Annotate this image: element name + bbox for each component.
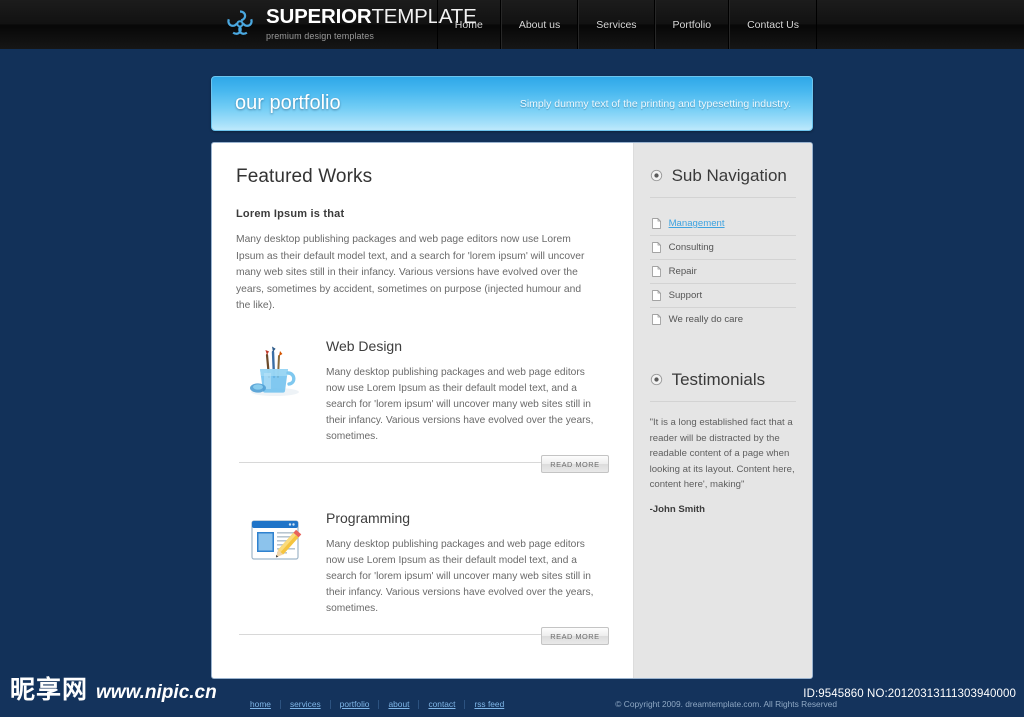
- page-subtitle: Simply dummy text of the printing and ty…: [519, 98, 791, 110]
- work-item: Programming Many desktop publishing pack…: [236, 509, 609, 659]
- site-footer-inner: home services portfolio about contact rs…: [211, 680, 837, 717]
- list-item: Consulting: [649, 236, 796, 260]
- work-description: Many desktop publishing packages and web…: [326, 366, 594, 442]
- section-title: Featured Works: [236, 166, 373, 187]
- footer-links: home services portfolio about contact rs…: [250, 699, 513, 709]
- id-stamp: ID:9545860 NO:20120313111303940000: [803, 688, 1016, 700]
- work-footer: READ MORE: [236, 626, 609, 647]
- radio-bullet-icon: [650, 373, 662, 386]
- read-more-button[interactable]: READ MORE: [541, 454, 609, 473]
- work-title: Programming: [326, 509, 411, 526]
- sidebar-item-support[interactable]: Support: [650, 284, 796, 307]
- copyright-text: © Copyright 2009. dreamtemplate.com. All…: [615, 699, 837, 709]
- list-item: Support: [649, 284, 796, 308]
- document-icon: [651, 314, 661, 325]
- sidebar-item-consulting[interactable]: Consulting: [650, 236, 796, 259]
- document-icon: [651, 266, 661, 277]
- sidebar-item-management[interactable]: Management: [650, 212, 796, 235]
- work-body: Programming Many desktop publishing pack…: [314, 509, 604, 617]
- divider: [649, 197, 796, 198]
- testimonials-header: Testimonials: [650, 369, 796, 390]
- content-grid: Featured Works Lorem Ipsum is that Many …: [212, 143, 812, 678]
- document-icon: [651, 242, 661, 253]
- work-body: Web Design Many desktop publishing packa…: [314, 337, 604, 445]
- work-row: Programming Many desktop publishing pack…: [236, 509, 609, 617]
- work-title: Web Design: [326, 337, 403, 354]
- main-column: Featured Works Lorem Ipsum is that Many …: [212, 143, 633, 678]
- nav-item-about-us[interactable]: About us: [500, 0, 579, 49]
- site-header-inner: SUPERIORTEMPLATE premium design template…: [211, 0, 817, 49]
- footer-link-home[interactable]: home: [250, 699, 280, 709]
- footer-link-contact[interactable]: contact: [419, 699, 464, 709]
- intro-heading: Lorem Ipsum is that: [236, 208, 345, 220]
- sidebar-item-label: Management: [668, 218, 725, 229]
- radio-bullet-icon: [650, 169, 662, 182]
- logo-title-bold: SUPERIOR: [266, 5, 372, 28]
- sidebar: Sub Navigation Management Consulting Rep…: [632, 143, 812, 678]
- sidebar-item-label: We really do care: [668, 314, 744, 325]
- watermark-cn-text: 昵享网: [10, 675, 89, 704]
- site-header: SUPERIORTEMPLATE premium design template…: [0, 0, 1024, 49]
- read-more-button[interactable]: READ MORE: [541, 626, 609, 645]
- testimonial-author: -John Smith: [649, 503, 705, 515]
- document-icon: [651, 218, 661, 229]
- window-pencil-icon: [236, 509, 314, 571]
- sidebar-item-we-really-do-care[interactable]: We really do care: [650, 308, 796, 331]
- work-row: Web Design Many desktop publishing packa…: [236, 337, 609, 445]
- subnav-list: Management Consulting Repair Support We …: [649, 212, 796, 331]
- subnav-header: Sub Navigation: [650, 165, 796, 186]
- subnav-title: Sub Navigation: [671, 166, 787, 185]
- testimonials-title: Testimonials: [671, 370, 766, 389]
- sidebar-item-label: Repair: [668, 266, 697, 277]
- work-item: Web Design Many desktop publishing packa…: [236, 337, 609, 487]
- flower-outline-icon: [227, 10, 253, 35]
- document-icon: [651, 290, 661, 301]
- testimonial-quote: "It is a long established fact that a re…: [649, 417, 795, 490]
- footer-link-rss-feed[interactable]: rss feed: [465, 699, 513, 709]
- nav-item-contact-us[interactable]: Contact Us: [729, 0, 817, 49]
- divider: [649, 401, 796, 402]
- list-item: Management: [649, 212, 796, 236]
- footer-link-services[interactable]: services: [281, 699, 330, 709]
- watermark: 昵享网 www.nipic.cn: [10, 677, 217, 703]
- watermark-url-text: www.nipic.cn: [96, 682, 217, 703]
- sidebar-item-repair[interactable]: Repair: [650, 260, 796, 283]
- page-title: our portfolio: [235, 92, 341, 114]
- sidebar-item-label: Support: [668, 290, 703, 301]
- sidebar-item-label: Consulting: [668, 242, 714, 253]
- content-panel: Featured Works Lorem Ipsum is that Many …: [211, 142, 813, 679]
- page-banner: our portfolio Simply dummy text of the p…: [211, 76, 813, 131]
- work-footer: READ MORE: [236, 454, 609, 475]
- list-item: Repair: [649, 260, 796, 284]
- pencil-cup-icon: [236, 337, 314, 399]
- testimonials-section: Testimonials "It is a long established f…: [649, 369, 796, 515]
- main-navigation: Home About us Services Portfolio Contact…: [436, 0, 817, 49]
- intro-text: Many desktop publishing packages and web…: [236, 234, 585, 311]
- list-item: We really do care: [650, 308, 796, 331]
- footer-link-portfolio[interactable]: portfolio: [331, 699, 379, 709]
- nav-item-services[interactable]: Services: [578, 0, 655, 49]
- footer-link-about[interactable]: about: [379, 699, 418, 709]
- work-description: Many desktop publishing packages and web…: [326, 538, 594, 614]
- nav-item-portfolio[interactable]: Portfolio: [654, 0, 730, 49]
- nav-item-home[interactable]: Home: [436, 0, 501, 49]
